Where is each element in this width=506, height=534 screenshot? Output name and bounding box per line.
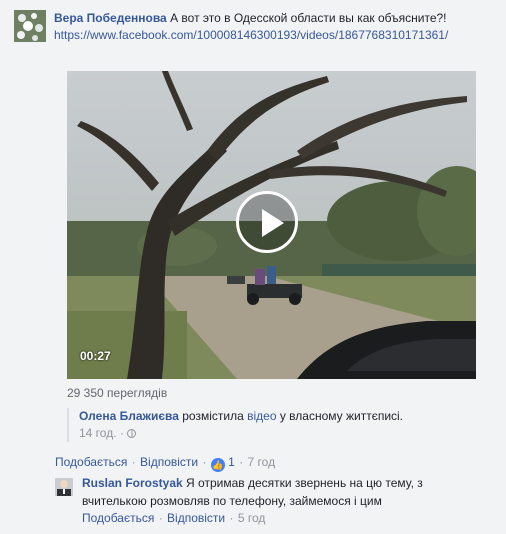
comment-text: А вот это в Одесской области вы как объя… — [170, 11, 447, 25]
share-suffix: у власному життєписі. — [279, 409, 404, 423]
video-duration: 00:27 — [80, 349, 111, 363]
globe-icon — [127, 429, 137, 438]
comment-author-link[interactable]: Вера Победеннова — [54, 11, 167, 25]
like-button[interactable]: Подобається — [55, 455, 127, 469]
comment-actions: Подобається · Відповісти · 👍 1 · 7 год — [55, 454, 275, 472]
play-icon — [262, 209, 284, 237]
action-separator: · — [229, 511, 234, 525]
view-count: 29 350 переглядів — [67, 386, 168, 400]
reply-author-link[interactable]: Ruslan Forostyak — [82, 476, 183, 490]
comment-body: Вера Победеннова А вот это в Одесской об… — [54, 10, 494, 44]
action-separator: · — [158, 511, 163, 525]
reply-reply-button[interactable]: Відповісти — [167, 511, 225, 525]
reply-button[interactable]: Відповісти — [140, 455, 198, 469]
share-separator: · — [119, 426, 124, 440]
commenter-avatar[interactable] — [14, 10, 46, 42]
reply-actions: Подобається · Відповісти · 5 год — [82, 510, 265, 526]
share-author-link[interactable]: Олена Блажиєва — [79, 409, 179, 423]
reply-like-button[interactable]: Подобається — [82, 511, 154, 525]
play-button[interactable] — [236, 191, 298, 253]
thumbs-up-icon[interactable]: 👍 — [210, 458, 225, 472]
like-count[interactable]: 1 — [228, 455, 235, 469]
share-timestamp[interactable]: 14 год. — [79, 426, 117, 440]
share-attribution: Олена Блажиєва розмістила відео у власно… — [67, 408, 499, 442]
reply-avatar[interactable] — [55, 478, 73, 496]
action-separator: · — [239, 455, 244, 469]
share-video-link[interactable]: відео — [247, 409, 276, 423]
video-player[interactable]: 00:27 — [67, 71, 476, 379]
comment-timestamp[interactable]: 7 год — [248, 455, 276, 469]
share-action: розмістила — [182, 409, 244, 423]
video-url-link[interactable]: https://www.facebook.com/100008146300193… — [54, 27, 494, 44]
reply-body: Ruslan Forostyak Я отримав десятки зверн… — [82, 474, 482, 510]
reply-timestamp[interactable]: 5 год — [238, 511, 266, 525]
action-separator: · — [131, 455, 136, 469]
action-separator: · — [202, 455, 207, 469]
